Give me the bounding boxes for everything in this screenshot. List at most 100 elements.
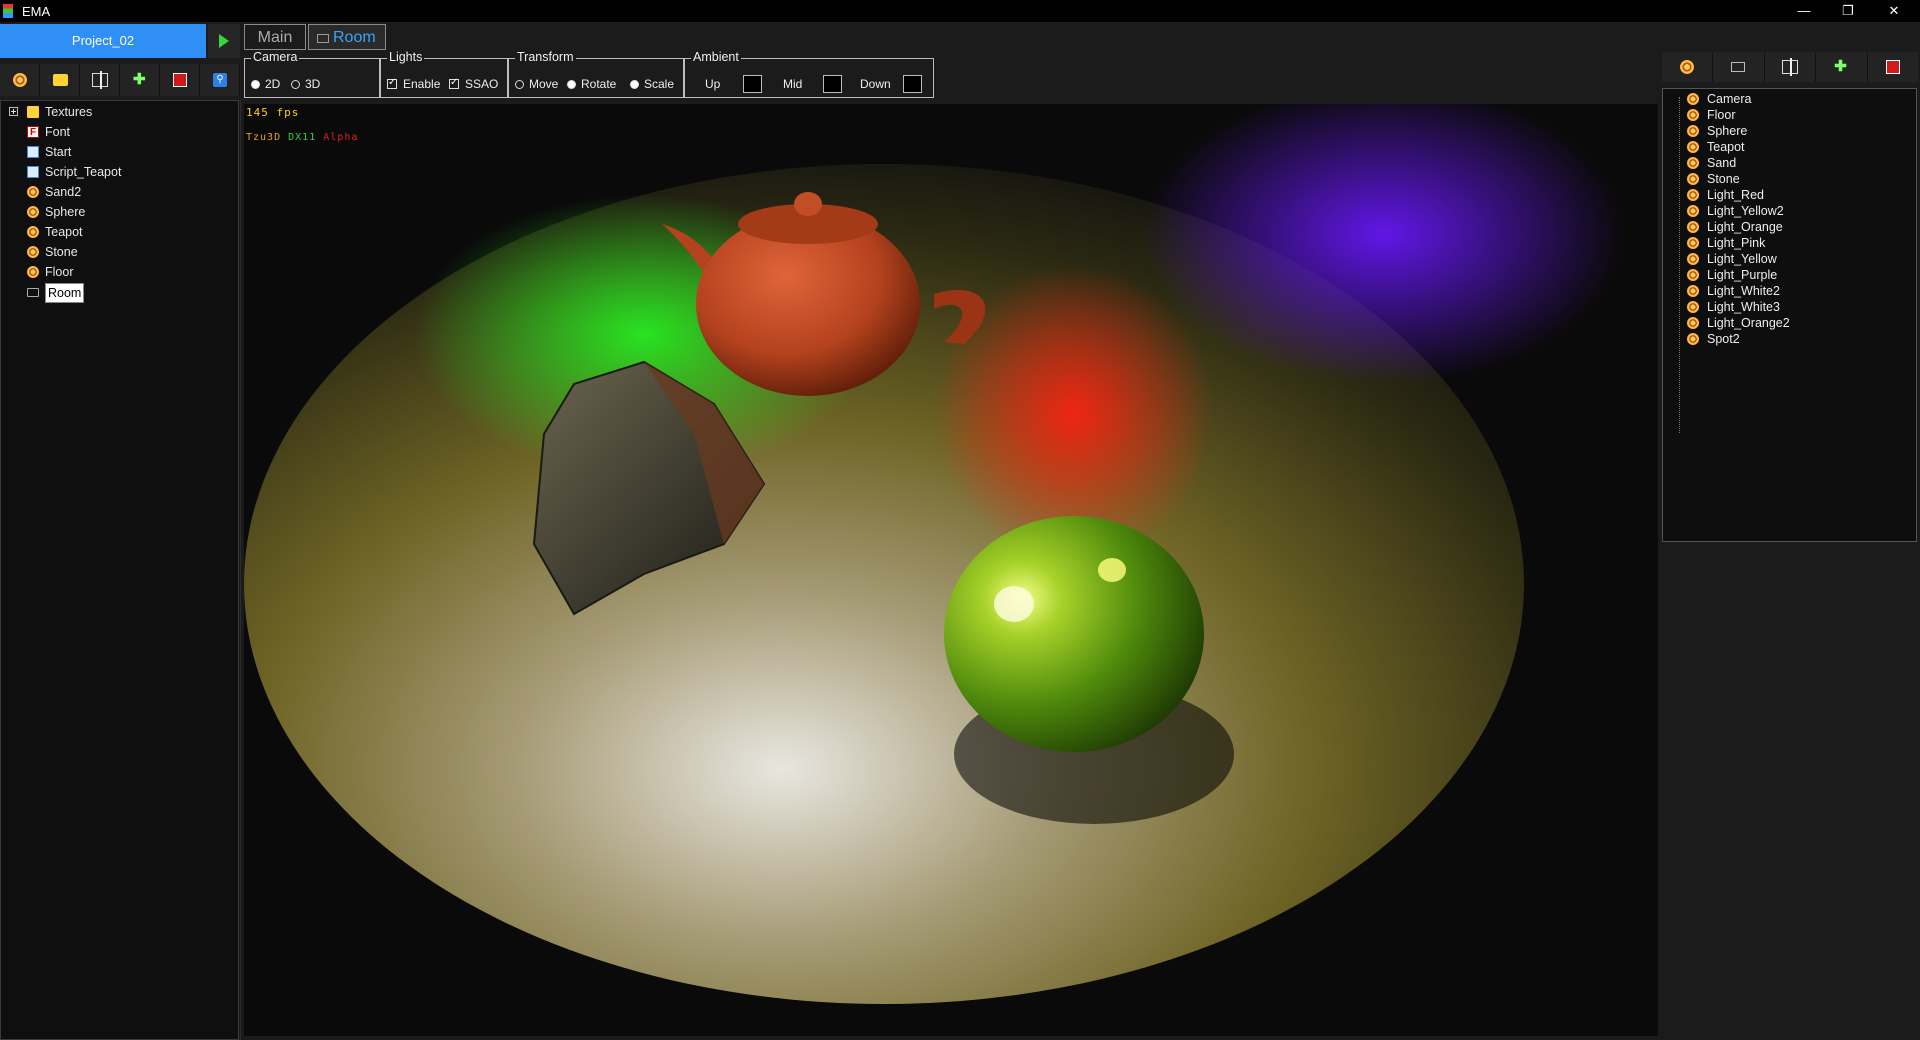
project-name-button[interactable]: Project_02	[0, 24, 206, 58]
tree-item-label: Start	[45, 145, 72, 159]
radio-label: Scale	[644, 77, 675, 91]
scene-item-stone[interactable]: Stone	[1663, 171, 1916, 187]
transform-group-label: Transform	[515, 50, 576, 64]
play-button[interactable]	[208, 24, 240, 58]
minimize-button[interactable]: —	[1782, 0, 1826, 22]
orb-icon	[1687, 109, 1699, 121]
camera-group: Camera 2D 3D	[244, 50, 380, 98]
scene-item-label: Light_Pink	[1707, 236, 1766, 250]
room-button[interactable]	[1713, 52, 1765, 82]
radio-icon	[251, 80, 260, 89]
script-button[interactable]	[80, 64, 120, 96]
radio-label: Rotate	[581, 77, 617, 91]
panel-divider[interactable]	[240, 100, 241, 1040]
stop-icon	[173, 73, 187, 87]
scene-item-light-white3[interactable]: Light_White3	[1663, 299, 1916, 315]
scene-item-label: Sand	[1707, 156, 1737, 170]
orb-icon	[27, 246, 39, 258]
close-button[interactable]: ✕	[1872, 0, 1916, 22]
scene-item-teapot[interactable]: Teapot	[1663, 139, 1916, 155]
radio-label: Move	[529, 77, 559, 91]
orb-icon	[27, 226, 39, 238]
tree-item-label: Textures	[45, 105, 93, 119]
tree-item-label: Font	[45, 125, 71, 139]
tree-item-textures[interactable]: Textures	[1, 103, 238, 121]
scene-item-label: Sphere	[1707, 124, 1748, 138]
orb-icon	[1687, 301, 1699, 313]
scene-item-camera[interactable]: Camera	[1663, 91, 1916, 107]
folder-icon	[27, 106, 39, 118]
add-object-button[interactable]	[1662, 52, 1714, 82]
camera-group-label: Camera	[251, 50, 300, 64]
ambient-group: Ambient Up Mid Down	[684, 50, 934, 98]
ambient-up-color[interactable]	[743, 75, 762, 93]
expand-icon[interactable]	[9, 107, 18, 116]
tree-item-label: Sand2	[45, 185, 82, 199]
radio-icon	[567, 80, 576, 89]
tree-item-sand2[interactable]: Sand2	[1, 183, 238, 201]
tree-item-sphere[interactable]: Sphere	[1, 203, 238, 221]
tree-item-stone[interactable]: Stone	[1, 243, 238, 261]
checkbox-icon	[387, 76, 397, 90]
right-toolbar: ✚	[1662, 52, 1919, 82]
add-object-button[interactable]	[0, 64, 40, 96]
scene-item-floor[interactable]: Floor	[1663, 107, 1916, 123]
ambient-down-color[interactable]	[903, 75, 922, 93]
scene-item-label: Spot2	[1707, 332, 1740, 346]
sphere-mesh	[944, 516, 1204, 752]
app-icon	[3, 4, 13, 18]
search-button[interactable]: ⚲	[200, 64, 240, 96]
open-folder-button[interactable]	[40, 64, 80, 96]
add-light-button[interactable]: ✚	[1816, 52, 1868, 82]
ambient-mid-color[interactable]	[823, 75, 842, 93]
tree-item-room[interactable]: Room	[1, 283, 238, 303]
engine-brand: Tzu3D DX11 Alpha	[246, 132, 358, 143]
tree-item-script-teapot[interactable]: Script_Teapot	[1, 163, 238, 181]
orb-icon	[27, 186, 39, 198]
camera-3d-radio[interactable]: 3D	[291, 77, 320, 91]
scene-item-light-yellow2[interactable]: Light_Yellow2	[1663, 203, 1916, 219]
tree-item-start[interactable]: Start	[1, 143, 238, 161]
file-icon	[27, 146, 39, 158]
scene-item-light-white2[interactable]: Light_White2	[1663, 283, 1916, 299]
stop-icon	[1885, 60, 1900, 74]
script-button[interactable]	[1764, 52, 1817, 82]
tree-item-floor[interactable]: Floor	[1, 263, 238, 281]
scene-item-light-yellow[interactable]: Light_Yellow	[1663, 251, 1916, 267]
orb-icon	[13, 73, 27, 87]
restore-button[interactable]: ❐	[1826, 0, 1870, 22]
orb-icon	[1687, 141, 1699, 153]
orb-icon	[1687, 221, 1699, 233]
tab-room[interactable]: Room	[308, 24, 386, 50]
add-light-button[interactable]: ✚	[120, 64, 160, 96]
scene-item-light-orange[interactable]: Light_Orange	[1663, 219, 1916, 235]
orb-icon	[1687, 93, 1699, 105]
scene-item-light-red[interactable]: Light_Red	[1663, 187, 1916, 203]
transform-scale-radio[interactable]: Scale	[630, 77, 674, 91]
scene-item-light-pink[interactable]: Light_Pink	[1663, 235, 1916, 251]
lights-ssao-checkbox[interactable]: SSAO	[449, 76, 498, 91]
transform-rotate-radio[interactable]: Rotate	[567, 77, 616, 91]
stop-button[interactable]	[160, 64, 200, 96]
orb-icon	[27, 206, 39, 218]
tree-item-label: Stone	[45, 245, 78, 259]
scene-item-sphere[interactable]: Sphere	[1663, 123, 1916, 139]
scene-item-spot2[interactable]: Spot2	[1663, 331, 1916, 347]
stop-button[interactable]	[1867, 52, 1919, 82]
tree-item-label: Sphere	[45, 205, 86, 219]
3d-viewport[interactable]: 145 fps Tzu3D DX11 Alpha	[244, 104, 1658, 1036]
lights-enable-checkbox[interactable]: Enable	[387, 76, 440, 91]
scene-item-sand[interactable]: Sand	[1663, 155, 1916, 171]
transform-move-radio[interactable]: Move	[515, 77, 558, 91]
radio-label: 2D	[265, 77, 281, 91]
scene-item-light-orange2[interactable]: Light_Orange2	[1663, 315, 1916, 331]
play-icon	[219, 34, 229, 48]
orb-icon	[1680, 60, 1694, 74]
tree-item-label: Floor	[45, 265, 74, 279]
tree-item-teapot[interactable]: Teapot	[1, 223, 238, 241]
title-bar: EMA — ❐ ✕	[0, 0, 1920, 22]
scene-item-light-purple[interactable]: Light_Purple	[1663, 267, 1916, 283]
tab-main[interactable]: Main	[244, 24, 306, 50]
tree-item-font[interactable]: Font	[1, 123, 238, 142]
camera-2d-radio[interactable]: 2D	[251, 77, 280, 91]
